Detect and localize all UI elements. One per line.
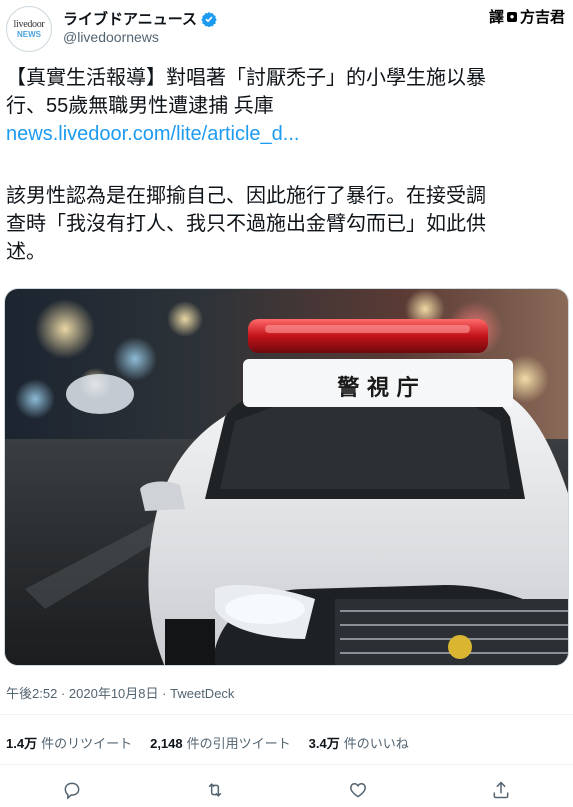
verified-badge-icon [201,11,217,27]
share-icon [493,781,509,799]
watermark-name: 方吉君 [519,9,565,26]
tweet-actions [0,776,573,804]
likes-stat[interactable]: 3.4万 件のいいね [309,733,409,752]
tweet-para2-line-2: 查時「我沒有打人、我只不過施出金臂勾而已」如此供 [6,213,486,235]
tweet-source[interactable]: TweetDeck [170,686,234,701]
tweet-meta: 午後2:52 · 2020年10月8日 · TweetDeck [6,683,234,702]
reply-icon [64,782,80,800]
avatar-text-livedoor: livedoor [13,19,45,30]
reply-button[interactable] [58,776,86,804]
avatar-text-news: NEWS [17,30,41,39]
share-button[interactable] [487,776,515,804]
divider [0,714,573,715]
watermark-dot: ● [506,11,517,22]
quotes-label: 件の引用ツイート [186,736,291,751]
like-button[interactable] [344,776,372,804]
retweets-stat[interactable]: 1.4万 件のリツイート [6,733,132,752]
police-car-image: 警 視 庁 [5,289,568,665]
tweet-line-1: 【真實生活報導】對唱著「討厭禿子」的小學生施以暴 [6,67,486,89]
watermark: 譯 ● 方吉君 [489,6,565,27]
handle[interactable]: @livedoornews [63,29,159,45]
police-car-sign: 警 視 庁 [336,375,418,401]
heart-icon [350,782,367,798]
watermark-prefix: 譯 [488,9,504,26]
likes-count: 3.4万 [308,736,340,751]
article-link[interactable]: news.livedoor.com/lite/article_d... [6,120,566,148]
retweet-button[interactable] [201,776,229,804]
display-name[interactable]: ライブドアニュース [63,8,217,29]
tweet-time[interactable]: 午後2:52 [6,686,57,701]
tweet-para2-line-3: 述。 [6,241,46,263]
tweet-text: 【真實生活報導】對唱著「討厭禿子」的小學生施以暴 行、55歲無職男性遭逮捕 兵庫… [6,64,566,266]
retweets-count: 1.4万 [6,736,38,751]
tweet-line-2: 行、55歲無職男性遭逮捕 兵庫 [6,95,274,117]
tweet-date[interactable]: 2020年10月8日 [69,686,159,701]
likes-label: 件のいいね [343,736,409,751]
meta-separator: · [162,686,167,701]
avatar[interactable]: livedoor NEWS [6,6,52,52]
quotes-stat[interactable]: 2,148 件の引用ツイート [150,733,291,752]
meta-separator: · [60,686,66,701]
retweet-icon [208,783,222,797]
divider [0,764,573,765]
retweets-label: 件のリツイート [41,736,133,751]
tweet-stats: 1.4万 件のリツイート 2,148 件の引用ツイート 3.4万 件のいいね [6,733,409,752]
tweet-para2-line-1: 該男性認為是在揶揄自己、因此施行了暴行。在接受調 [6,185,486,207]
tweet-photo[interactable]: 警 視 庁 [4,288,569,666]
quotes-count: 2,148 [150,736,183,751]
display-name-text: ライブドアニュース [63,11,197,28]
